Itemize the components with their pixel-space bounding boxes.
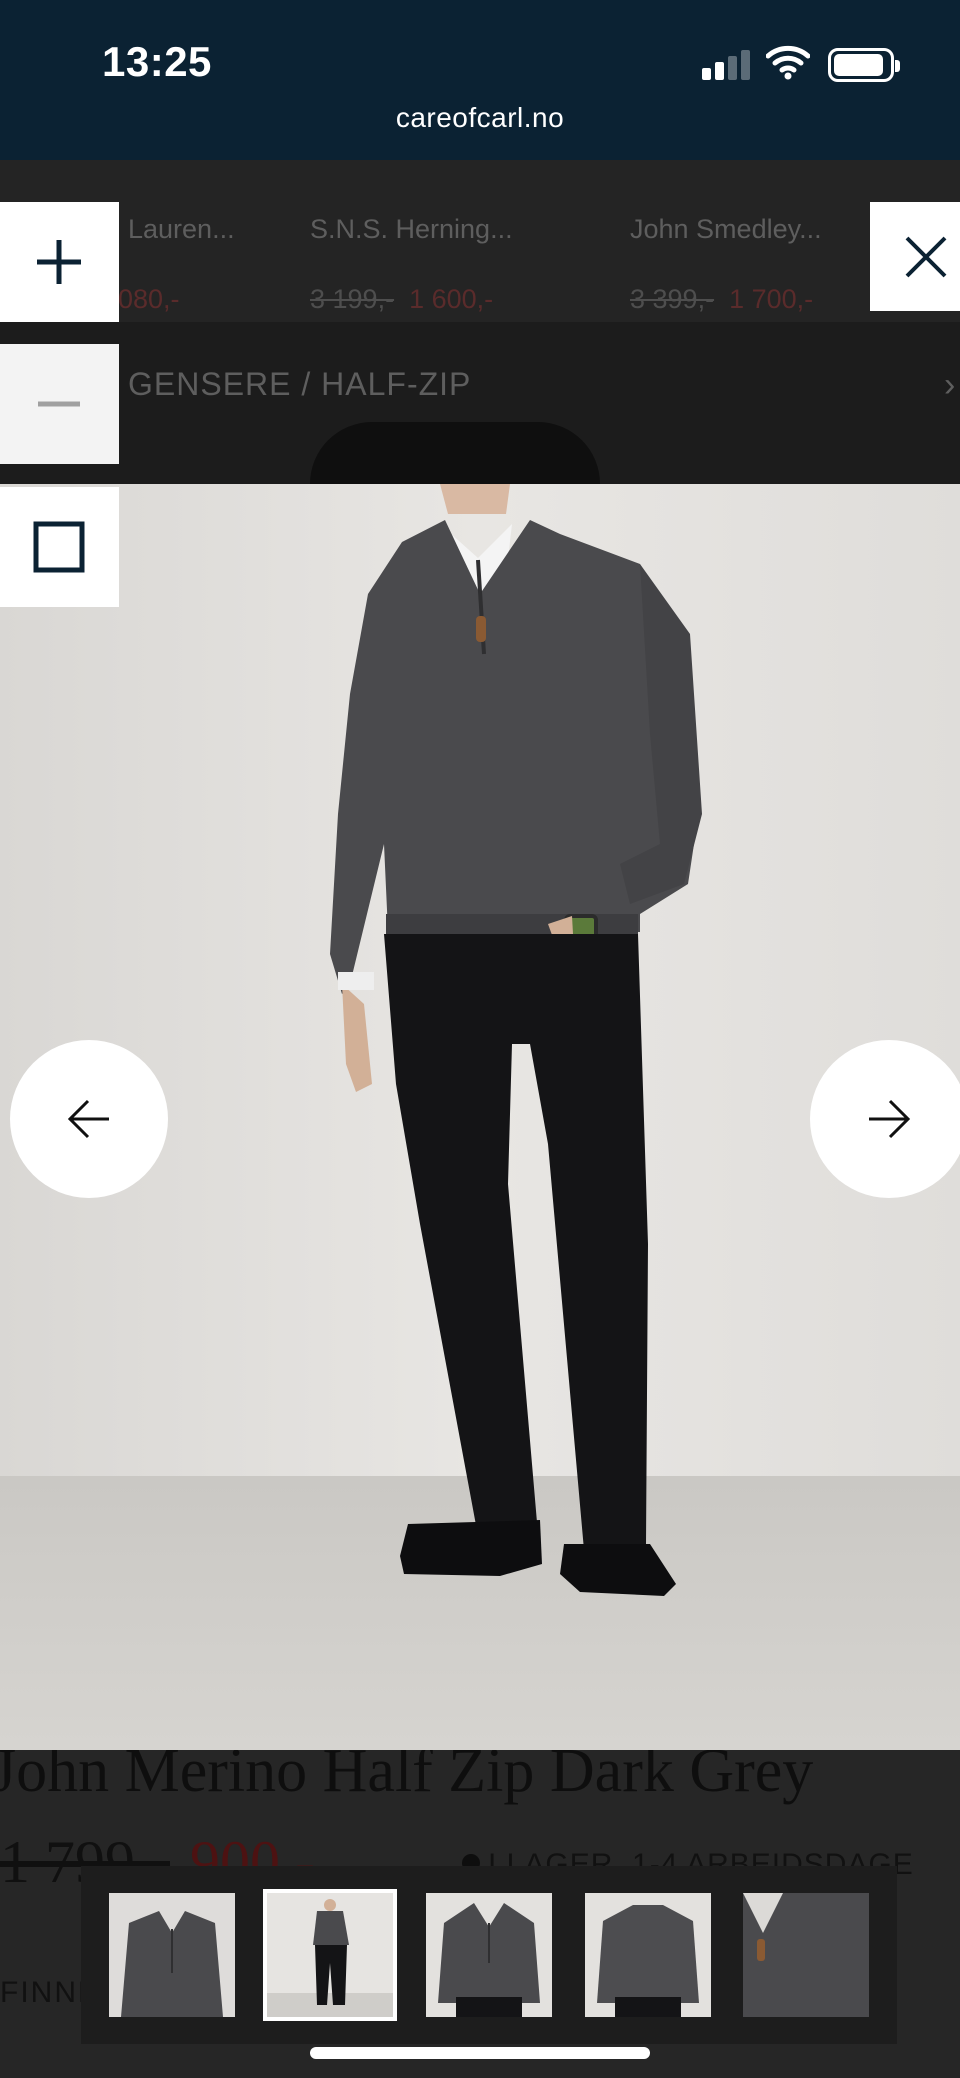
battery-icon <box>828 48 900 82</box>
thumb-back <box>585 1893 711 2017</box>
reco-sale-price: 1 700,- <box>729 284 814 314</box>
thumb-torso <box>426 1893 552 2017</box>
thumbnail-5[interactable] <box>743 1893 869 2017</box>
status-bar: 13:25 careofcarl.no <box>0 0 960 160</box>
breadcrumb[interactable]: GENSERE / HALF-ZIP <box>128 366 471 403</box>
thumbnail-2[interactable] <box>263 1889 397 2021</box>
close-viewer-button[interactable] <box>870 202 960 311</box>
url-bar[interactable]: careofcarl.no <box>0 102 960 134</box>
wifi-icon <box>766 45 810 80</box>
collar-shadow <box>310 422 600 484</box>
thumb-sweater-flat <box>109 1893 235 2017</box>
fit-icon <box>33 521 85 573</box>
zoom-out-icon <box>38 401 80 407</box>
arrow-left-icon <box>67 1099 109 1139</box>
chevron-right-icon: › <box>944 366 956 404</box>
reco-item-name[interactable]: John Smedley... <box>630 214 822 245</box>
thumb-full-body <box>267 1893 393 2017</box>
fit-screen-button[interactable] <box>0 487 119 607</box>
reco-sale-price: 1 600,- <box>409 284 494 314</box>
zoom-out-button[interactable] <box>0 344 119 464</box>
recommendation-strip: Lauren... 080,- S.N.S. Herning... 3 199,… <box>0 160 960 322</box>
thumb-detail <box>743 1893 869 2017</box>
status-time: 13:25 <box>102 38 212 85</box>
arrow-right-icon <box>869 1099 911 1139</box>
zoom-in-button[interactable] <box>0 202 119 322</box>
zoom-in-icon <box>37 240 81 284</box>
thumbnail-1[interactable] <box>109 1893 235 2017</box>
thumbnail-4[interactable] <box>585 1893 711 2017</box>
reco-item-name[interactable]: Lauren... <box>128 214 235 245</box>
reco-item-price: 3 199,- 1 600,- <box>310 284 493 315</box>
reco-old-price: 3 399,- <box>630 284 715 314</box>
previous-image-button[interactable] <box>10 1040 168 1198</box>
reco-old-price: 3 199,- <box>310 284 395 314</box>
reco-item-price: 3 399,- 1 700,- <box>630 284 813 315</box>
home-indicator[interactable] <box>310 2047 650 2059</box>
reco-item-price: 080,- <box>118 284 180 315</box>
reco-item-name[interactable]: S.N.S. Herning... <box>310 214 513 245</box>
signal-icon <box>702 50 750 80</box>
close-icon <box>905 236 947 278</box>
reco-price-value: 080,- <box>118 284 180 314</box>
next-image-button[interactable] <box>810 1040 960 1198</box>
thumbnail-3[interactable] <box>426 1893 552 2017</box>
